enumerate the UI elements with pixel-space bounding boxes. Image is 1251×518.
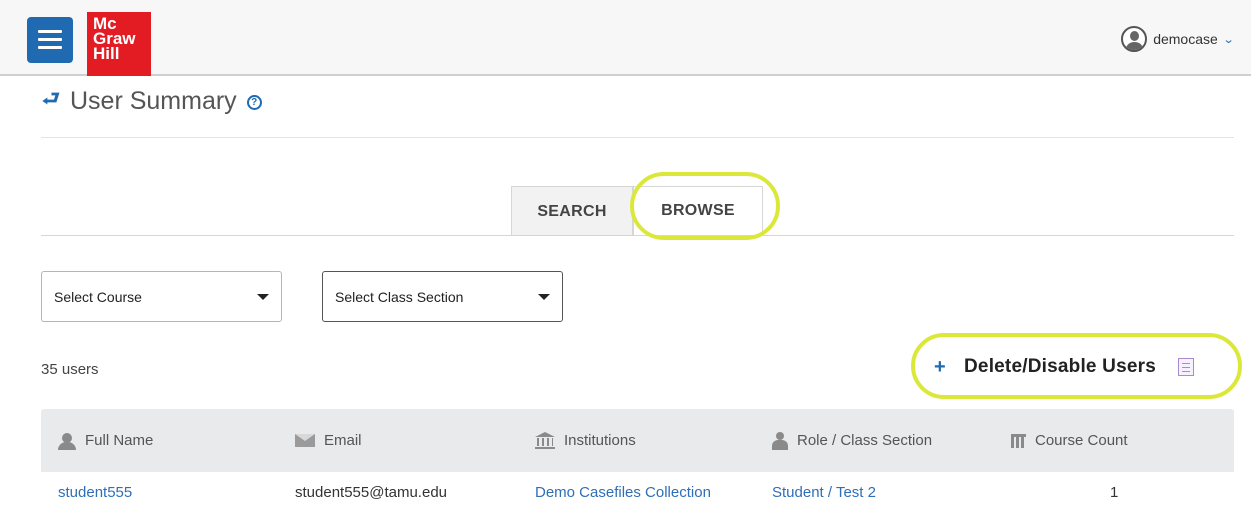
user-count: 35 users (41, 361, 99, 378)
column-label: Course Count (1035, 432, 1128, 449)
logo-line: Hill (93, 44, 120, 63)
column-header-course-count[interactable]: Course Count (1011, 409, 1128, 472)
column-header-full-name[interactable]: Full Name (58, 409, 153, 472)
hamburger-icon-line (38, 46, 62, 49)
person-icon (58, 432, 76, 450)
chevron-down-icon: ⌄ (1222, 33, 1235, 46)
username-label: democase (1153, 31, 1218, 47)
select-course-value: Select Course (54, 288, 142, 305)
table-header: Full Name Email Institutions Role / Clas… (41, 409, 1234, 472)
mcgraw-hill-logo: Mc Graw Hill (87, 12, 151, 76)
user-email: student555@tamu.edu (295, 484, 447, 501)
column-label: Email (324, 432, 362, 449)
page-title: User Summary (70, 86, 237, 115)
list-icon-line (1182, 371, 1190, 372)
help-circle-icon[interactable]: ? (246, 95, 262, 110)
divider (41, 137, 1234, 138)
calculator-icon (1011, 433, 1026, 448)
tab-browse[interactable]: BROWSE (633, 186, 763, 236)
column-header-role-class-section[interactable]: Role / Class Section (772, 409, 932, 472)
list-icon-line (1182, 367, 1190, 368)
tab-search[interactable]: SEARCH (511, 186, 633, 236)
delete-disable-users-label: Delete/Disable Users (964, 356, 1156, 377)
user-role-section-link[interactable]: Student / Test 2 (772, 484, 876, 501)
select-class-section-value: Select Class Section (335, 288, 464, 305)
tabs-baseline (41, 235, 1234, 236)
list-icon-line (1182, 363, 1190, 364)
user-avatar-icon (1121, 26, 1148, 52)
hamburger-menu-button[interactable] (27, 17, 73, 63)
top-header: Mc Graw Hill democase ⌄ (0, 0, 1251, 76)
page-title-row: ⮐ User Summary ? (42, 86, 262, 116)
back-arrow-icon[interactable]: ⮐ (42, 84, 60, 118)
delete-disable-users-button[interactable]: + Delete/Disable Users (934, 352, 1194, 382)
user-full-name-link[interactable]: student555 (58, 484, 132, 501)
select-class-section-dropdown[interactable]: Select Class Section (322, 271, 563, 322)
column-label: Institutions (564, 432, 636, 449)
user-institution-link[interactable]: Demo Casefiles Collection (535, 484, 711, 501)
envelope-icon (295, 434, 315, 447)
user-course-count: 1 (1110, 484, 1119, 501)
list-icon[interactable] (1178, 358, 1194, 376)
caret-down-icon (257, 294, 269, 300)
column-header-institutions[interactable]: Institutions (535, 409, 636, 472)
select-course-dropdown[interactable]: Select Course (41, 271, 282, 322)
column-label: Full Name (85, 432, 154, 449)
institution-icon (535, 432, 555, 449)
hamburger-icon (38, 30, 62, 33)
caret-down-icon (538, 294, 550, 300)
column-header-email[interactable]: Email (295, 409, 362, 472)
column-label: Role / Class Section (797, 432, 933, 449)
role-icon (772, 431, 788, 450)
user-menu[interactable]: democase ⌄ (1121, 26, 1235, 52)
hamburger-icon-line (38, 38, 62, 41)
plus-icon: + (934, 355, 946, 378)
